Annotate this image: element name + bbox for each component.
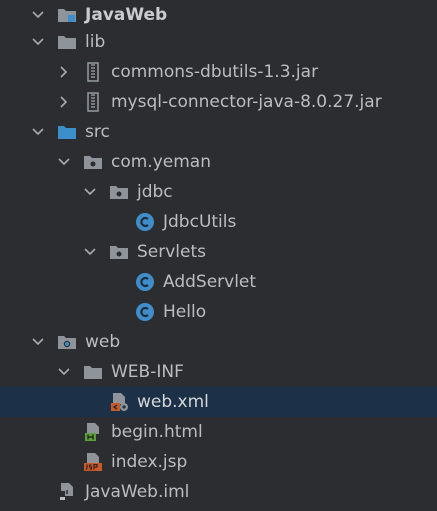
- tree-item-label: JavaWeb.iml: [85, 482, 190, 502]
- chevron-down-icon[interactable]: [31, 327, 45, 357]
- tree-item-label: JavaWeb: [85, 5, 168, 25]
- jar-icon: [83, 92, 103, 112]
- tree-item-label: index.jsp: [111, 452, 188, 472]
- tree-item-label: com.yeman: [111, 152, 211, 172]
- iml-file-icon: [57, 482, 77, 502]
- tree-item-servlets[interactable]: Servlets: [0, 237, 437, 267]
- tree-item-lib[interactable]: lib: [0, 27, 437, 57]
- tree-item-commons-dbutils-jar[interactable]: commons-dbutils-1.3.jar: [0, 57, 437, 87]
- tree-item-hello[interactable]: Hello: [0, 297, 437, 327]
- tree-item-javaweb[interactable]: JavaWeb: [0, 0, 437, 30]
- chevron-down-icon[interactable]: [31, 0, 45, 30]
- source-folder-icon: [57, 122, 77, 142]
- module-folder-icon: [57, 5, 77, 25]
- web-folder-icon: [57, 332, 77, 352]
- tree-item-jdbcutils[interactable]: JdbcUtils: [0, 207, 437, 237]
- jar-icon: [83, 62, 103, 82]
- tree-item-label: Servlets: [137, 242, 207, 262]
- tree-item-web-xml[interactable]: web.xml: [0, 387, 437, 417]
- chevron-down-icon[interactable]: [31, 117, 45, 147]
- tree-item-label: src: [85, 122, 110, 142]
- package-icon: [109, 182, 129, 202]
- tree-item-addservlet[interactable]: AddServlet: [0, 267, 437, 297]
- jsp-file-icon: [83, 452, 103, 472]
- tree-item-label: mysql-connector-java-8.0.27.jar: [111, 92, 382, 112]
- tree-item-label: jdbc: [137, 182, 173, 202]
- package-icon: [83, 152, 103, 172]
- chevron-down-icon[interactable]: [57, 357, 71, 387]
- folder-icon: [83, 362, 103, 382]
- tree-item-mysql-connector-jar[interactable]: mysql-connector-java-8.0.27.jar: [0, 87, 437, 117]
- chevron-right-icon[interactable]: [57, 87, 71, 117]
- tree-item-label: JdbcUtils: [163, 212, 237, 232]
- tree-item-label: lib: [85, 32, 106, 52]
- chevron-down-icon[interactable]: [31, 27, 45, 57]
- tree-item-begin-html[interactable]: begin.html: [0, 417, 437, 447]
- xml-file-icon: [109, 392, 129, 412]
- tree-item-web-inf[interactable]: WEB-INF: [0, 357, 437, 387]
- html-file-icon: [83, 422, 103, 442]
- folder-icon: [57, 32, 77, 52]
- tree-item-com-yeman[interactable]: com.yeman: [0, 147, 437, 177]
- package-icon: [109, 242, 129, 262]
- chevron-right-icon[interactable]: [57, 57, 71, 87]
- chevron-down-icon[interactable]: [83, 237, 97, 267]
- tree-item-label: Hello: [163, 302, 207, 322]
- tree-item-src[interactable]: src: [0, 117, 437, 147]
- tree-item-jdbc[interactable]: jdbc: [0, 177, 437, 207]
- tree-item-label: begin.html: [111, 422, 203, 442]
- class-icon: [135, 272, 155, 292]
- project-tree: JavaWeb lib commons-dbutils-1.3.jar mysq…: [0, 0, 437, 511]
- tree-item-web[interactable]: web: [0, 327, 437, 357]
- chevron-down-icon[interactable]: [83, 177, 97, 207]
- tree-item-javaweb-iml[interactable]: JavaWeb.iml: [0, 477, 437, 507]
- class-icon: [135, 212, 155, 232]
- chevron-down-icon[interactable]: [57, 147, 71, 177]
- tree-item-index-jsp[interactable]: index.jsp: [0, 447, 437, 477]
- class-icon: [135, 302, 155, 322]
- tree-item-label: WEB-INF: [111, 362, 184, 382]
- tree-item-label: web.xml: [137, 392, 209, 412]
- tree-item-label: web: [85, 332, 121, 352]
- tree-item-label: AddServlet: [163, 272, 257, 292]
- tree-item-label: commons-dbutils-1.3.jar: [111, 62, 319, 82]
